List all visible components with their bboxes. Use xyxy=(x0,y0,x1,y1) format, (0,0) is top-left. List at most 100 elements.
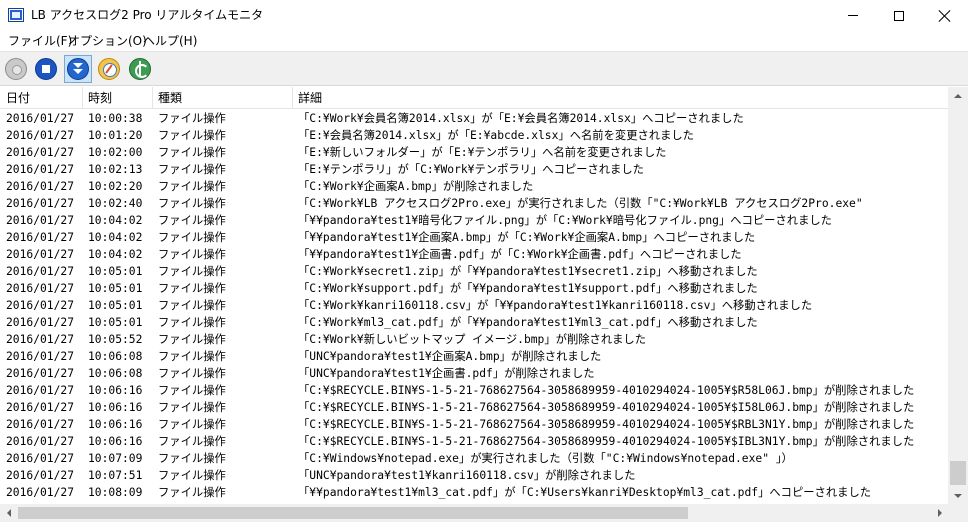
table-row[interactable]: 2016/01/27 10:05:01 ファイル操作 「C:¥Work¥kanri16… xyxy=(0,297,948,314)
stop-button[interactable] xyxy=(32,55,60,83)
cell-detail: 「E:¥テンポラリ」が「C:¥Work¥テンポラリ」へコピーされました xyxy=(298,163,644,176)
cell-type: ファイル操作 xyxy=(158,452,226,465)
table-row[interactable]: 2016/01/27 10:05:52 ファイル操作 「C:¥Work¥新しいビットマ… xyxy=(0,331,948,348)
cell-date: 2016/01/27 xyxy=(6,112,75,125)
table-row[interactable]: 2016/01/27 10:04:02 ファイル操作 「¥¥pandora¥test1… xyxy=(0,246,948,263)
table-row[interactable]: 2016/01/27 10:05:01 ファイル操作 「C:¥Work¥secret1… xyxy=(0,263,948,280)
auto-scroll-button[interactable] xyxy=(64,55,92,83)
column-header-type[interactable]: 種類 xyxy=(152,87,292,109)
cell-detail: 「UNC¥pandora¥test1¥企画案A.bmp」が削除されました xyxy=(298,350,602,363)
scroll-up-button[interactable] xyxy=(948,87,968,104)
scroll-down-icon xyxy=(67,58,89,80)
cell-time: 10:06:16 xyxy=(88,435,143,448)
cell-type: ファイル操作 xyxy=(158,129,226,142)
menu-options[interactable]: オプション(O) xyxy=(68,33,147,49)
maximize-icon xyxy=(894,10,904,21)
table-row[interactable]: 2016/01/27 10:02:13 ファイル操作 「E:¥テンポラリ」が「C:¥W… xyxy=(0,161,948,178)
cell-time: 10:06:08 xyxy=(88,367,143,380)
cell-type: ファイル操作 xyxy=(158,401,226,414)
record-button[interactable] xyxy=(2,55,30,83)
vertical-scrollbar[interactable] xyxy=(948,87,968,504)
scroll-left-button[interactable] xyxy=(0,504,17,522)
cell-date: 2016/01/27 xyxy=(6,401,75,414)
table-row[interactable]: 2016/01/27 10:04:02 ファイル操作 「¥¥pandora¥test1… xyxy=(0,212,948,229)
close-icon xyxy=(939,10,951,22)
table-row[interactable]: 2016/01/27 10:00:38 ファイル操作 「C:¥Work¥会員名簿201… xyxy=(0,110,948,127)
cell-type: ファイル操作 xyxy=(158,299,226,312)
table-row[interactable]: 2016/01/27 10:08:09 ファイル操作 「¥¥pandora¥test1… xyxy=(0,484,948,501)
table-row[interactable]: 2016/01/27 10:06:08 ファイル操作 「UNC¥pandora¥tes… xyxy=(0,365,948,382)
cell-time: 10:02:20 xyxy=(88,180,143,193)
cell-date: 2016/01/27 xyxy=(6,163,75,176)
close-button[interactable] xyxy=(922,0,968,31)
table-row[interactable]: 2016/01/27 10:05:01 ファイル操作 「C:¥Work¥support… xyxy=(0,280,948,297)
cell-type: ファイル操作 xyxy=(158,231,226,244)
menu-file[interactable]: ファイル(F) xyxy=(8,33,72,49)
record-disabled-icon xyxy=(5,58,27,80)
minimize-button[interactable] xyxy=(830,0,876,31)
table-row[interactable]: 2016/01/27 10:06:08 ファイル操作 「UNC¥pandora¥tes… xyxy=(0,348,948,365)
cell-date: 2016/01/27 xyxy=(6,469,75,482)
table-row[interactable]: 2016/01/27 10:05:01 ファイル操作 「C:¥Work¥ml3_cat… xyxy=(0,314,948,331)
cell-time: 10:02:00 xyxy=(88,146,143,159)
toolbar xyxy=(0,51,968,86)
cell-date: 2016/01/27 xyxy=(6,486,75,499)
cell-time: 10:07:09 xyxy=(88,452,143,465)
table-row[interactable]: 2016/01/27 10:06:16 ファイル操作 「C:¥$RECYCLE.BIN… xyxy=(0,416,948,433)
cell-type: ファイル操作 xyxy=(158,248,226,261)
cell-detail: 「C:¥Work¥ml3_cat.pdf」が「¥¥pandora¥test1¥m… xyxy=(298,316,758,329)
table-row[interactable]: 2016/01/27 10:06:16 ファイル操作 「C:¥$RECYCLE.BIN… xyxy=(0,382,948,399)
table-row[interactable]: 2016/01/27 10:07:51 ファイル操作 「UNC¥pandora¥tes… xyxy=(0,467,948,484)
cell-time: 10:06:16 xyxy=(88,401,143,414)
log-list[interactable]: 日付 時刻 種類 詳細 2016/01/27 10:00:38 ファイル操作 「C:¥… xyxy=(0,87,968,504)
menu-help[interactable]: ヘルプ(H) xyxy=(143,33,197,49)
cell-type: ファイル操作 xyxy=(158,384,226,397)
cell-detail: 「¥¥pandora¥test1¥企画案A.bmp」が「C:¥Work¥企画案A… xyxy=(298,231,756,244)
scroll-down-button[interactable] xyxy=(948,487,968,504)
cell-time: 10:05:52 xyxy=(88,333,143,346)
cell-time: 10:06:16 xyxy=(88,384,143,397)
cell-detail: 「C:¥Work¥会員名簿2014.xlsx」が「E:¥会員名簿2014.xls… xyxy=(298,112,744,125)
horizontal-scroll-thumb[interactable] xyxy=(18,507,688,519)
cell-type: ファイル操作 xyxy=(158,367,226,380)
sync-button[interactable] xyxy=(126,55,154,83)
cell-detail: 「UNC¥pandora¥test1¥企画書.pdf」が削除されました xyxy=(298,367,595,380)
cell-type: ファイル操作 xyxy=(158,469,226,482)
cell-time: 10:05:01 xyxy=(88,316,143,329)
cell-type: ファイル操作 xyxy=(158,418,226,431)
stop-icon xyxy=(35,58,57,80)
table-row[interactable]: 2016/01/27 10:02:00 ファイル操作 「E:¥新しいフォルダー」が「E… xyxy=(0,144,948,161)
sync-icon xyxy=(129,58,151,80)
cell-detail: 「C:¥$RECYCLE.BIN¥S-1-5-21-768627564-3058… xyxy=(298,418,915,431)
cell-date: 2016/01/27 xyxy=(6,180,75,193)
cell-detail: 「C:¥$RECYCLE.BIN¥S-1-5-21-768627564-3058… xyxy=(298,401,915,414)
compass-button[interactable] xyxy=(95,55,123,83)
scroll-right-button[interactable] xyxy=(931,504,948,522)
column-header-time[interactable]: 時刻 xyxy=(82,87,152,109)
cell-detail: 「C:¥Work¥support.pdf」が「¥¥pandora¥test1¥s… xyxy=(298,282,758,295)
cell-time: 10:02:40 xyxy=(88,197,143,210)
cell-date: 2016/01/27 xyxy=(6,231,75,244)
maximize-button[interactable] xyxy=(876,0,922,31)
cell-detail: 「C:¥Work¥新しいビットマップ イメージ.bmp」が削除されました xyxy=(298,333,647,346)
table-row[interactable]: 2016/01/27 10:07:09 ファイル操作 「C:¥Windows¥note… xyxy=(0,450,948,467)
cell-time: 10:04:02 xyxy=(88,214,143,227)
cell-type: ファイル操作 xyxy=(158,180,226,193)
table-row[interactable]: 2016/01/27 10:06:16 ファイル操作 「C:¥$RECYCLE.BIN… xyxy=(0,399,948,416)
app-window-icon[interactable] xyxy=(8,8,24,22)
table-row[interactable]: 2016/01/27 10:02:20 ファイル操作 「C:¥Work¥企画案A.bm… xyxy=(0,178,948,195)
column-header-date[interactable]: 日付 xyxy=(0,87,82,109)
vertical-scroll-thumb[interactable] xyxy=(950,461,966,485)
arrow-left-icon xyxy=(6,509,11,517)
column-header-detail[interactable]: 詳細 xyxy=(292,87,948,109)
cell-detail: 「C:¥$RECYCLE.BIN¥S-1-5-21-768627564-3058… xyxy=(298,384,915,397)
table-row[interactable]: 2016/01/27 10:06:16 ファイル操作 「C:¥$RECYCLE.BIN… xyxy=(0,433,948,450)
cell-date: 2016/01/27 xyxy=(6,146,75,159)
cell-time: 10:08:09 xyxy=(88,486,143,499)
horizontal-scrollbar[interactable] xyxy=(0,504,948,522)
cell-type: ファイル操作 xyxy=(158,316,226,329)
cell-detail: 「C:¥Windows¥notepad.exe」が実行されました（引数「"C:¥… xyxy=(298,452,793,465)
table-row[interactable]: 2016/01/27 10:01:20 ファイル操作 「E:¥会員名簿2014.xls… xyxy=(0,127,948,144)
table-row[interactable]: 2016/01/27 10:04:02 ファイル操作 「¥¥pandora¥test1… xyxy=(0,229,948,246)
table-row[interactable]: 2016/01/27 10:02:40 ファイル操作 「C:¥Work¥LB アクセス… xyxy=(0,195,948,212)
